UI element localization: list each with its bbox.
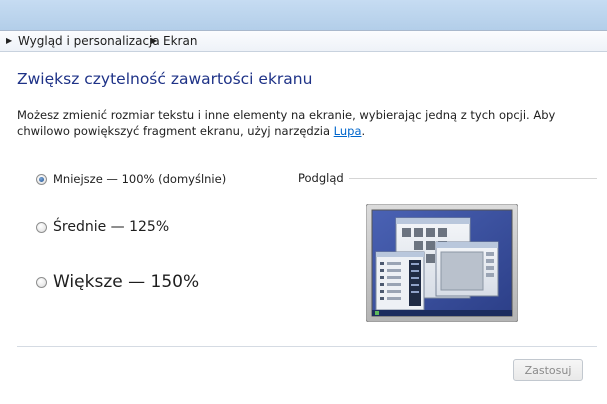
chevron-right-icon[interactable]: ▶ [151,31,157,51]
description-end: . [361,124,366,138]
breadcrumb: ▶ Wygląd i personalizacja ▶ Ekran [0,30,607,52]
page-title: Zwiększ czytelność zawartości ekranu [17,70,313,88]
preview-left-window [375,251,425,311]
preview-front-window [435,241,499,297]
breadcrumb-item-appearance[interactable]: Wygląd i personalizacja [18,31,160,51]
apply-button[interactable]: Zastosuj [513,359,583,381]
footer-divider [17,346,597,347]
radio-button-larger[interactable] [36,276,47,288]
option-smaller-label: Mniejsze — 100% (domyślnie) [53,172,227,186]
description-text: Możesz zmienić rozmiar tekstu i inne ele… [17,108,556,138]
option-smaller[interactable]: Mniejsze — 100% (domyślnie) [36,172,226,186]
breadcrumb-item-display[interactable]: Ekran [163,31,197,51]
radio-button-medium[interactable] [36,221,47,233]
magnifier-link[interactable]: Lupa [334,124,362,138]
preview-divider [349,178,597,179]
option-medium[interactable]: Średnie — 125% [36,219,169,235]
preview-label: Podgląd [298,171,344,185]
display-preview-image [366,204,518,322]
option-medium-label: Średnie — 125% [53,219,170,235]
chevron-right-icon[interactable]: ▶ [6,31,12,51]
radio-button-smaller[interactable] [36,173,47,185]
option-larger-label: Większe — 150% [53,272,200,292]
window-title-bar [0,0,607,30]
option-larger[interactable]: Większe — 150% [36,272,199,292]
page-description: Możesz zmienić rozmiar tekstu i inne ele… [17,107,597,139]
